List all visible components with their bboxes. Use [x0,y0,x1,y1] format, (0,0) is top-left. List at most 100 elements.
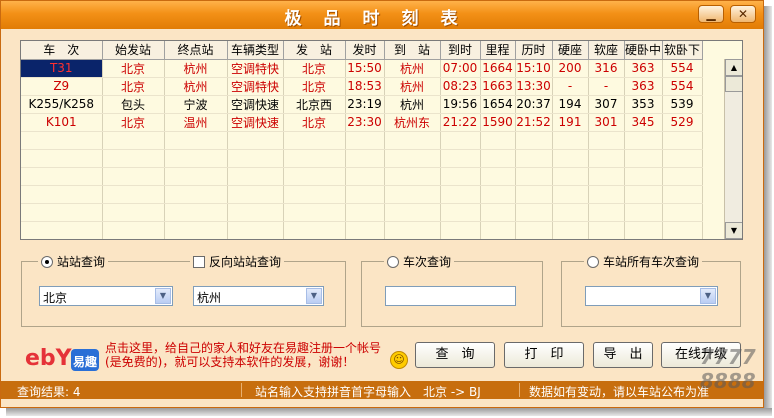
table-cell: 杭州 [164,59,228,78]
register-ad-link[interactable]: 点击这里，给自己的家人和好友在易趣注册一个帐号(是免费的)，就可以支持本软件的发… [105,341,395,369]
table-cell: 554 [662,59,703,78]
scroll-up-icon[interactable]: ▲ [725,59,742,76]
column-header[interactable]: 软卧下 [662,41,703,60]
station-select-combo[interactable]: ▼ [585,286,718,306]
ebay-logo[interactable]: ebY 易趣 [23,340,103,374]
minimize-button[interactable]: ▁ [698,5,724,23]
column-header[interactable]: 硬卧中 [624,41,663,60]
vertical-scrollbar[interactable]: ▲ ▼ [724,59,742,239]
empty-cell [384,131,441,150]
empty-cell [384,221,441,239]
column-header[interactable]: 硬座 [552,41,589,60]
column-header[interactable]: 发 站 [283,41,346,60]
table-row[interactable]: K101 北京 温州 空调快速 北京 23:30 杭州东 21:22 1590 21:52 191 3… [21,113,703,132]
empty-cell [440,167,481,186]
empty-cell [662,131,703,150]
scroll-down-icon[interactable]: ▼ [725,222,742,239]
window-title: 极品时刻表 [284,9,480,29]
column-header[interactable]: 车 次 [21,41,103,60]
train-query-group: 车次查询 [361,253,543,327]
chevron-down-icon[interactable]: ▼ [155,288,171,304]
empty-cell [662,203,703,222]
column-header[interactable]: 里程 [480,41,516,60]
table-cell: 15:50 [345,59,385,78]
scroll-thumb[interactable] [725,76,742,92]
table-row[interactable]: K255/K258 包头 宁波 空调快速 北京西 23:19 杭州 19:56 1654 20:3… [21,95,703,114]
empty-cell [480,167,516,186]
train-query-option[interactable]: 车次查询 [384,253,455,270]
table-cell: 21:22 [440,113,481,132]
all-trains-query-option[interactable]: 车站所有车次查询 [584,253,703,270]
status-divider [519,383,520,397]
print-button[interactable]: 打 印 [504,342,584,368]
empty-cell [345,167,385,186]
table-cell: 杭州东 [384,113,441,132]
chevron-down-icon[interactable]: ▼ [306,288,322,304]
from-station-combo[interactable]: 北京 ▼ [39,286,173,306]
reverse-query-option[interactable]: 反向站站查询 [190,253,285,270]
empty-cell [588,203,625,222]
table-cell: 194 [552,95,589,114]
train-query-radio[interactable] [387,255,399,268]
column-header[interactable]: 软座 [588,41,625,60]
empty-cell [515,131,553,150]
table-cell: 554 [662,77,703,96]
empty-cell [440,131,481,150]
train-query-label: 车次查询 [403,255,452,269]
column-header[interactable]: 历时 [515,41,553,60]
empty-cell [552,149,589,168]
empty-cell [164,203,228,222]
title-bar[interactable]: 极品时刻表 ▁ ✕ [1,1,763,29]
empty-cell [480,221,516,239]
reverse-query-checkbox[interactable] [193,255,205,268]
table-cell: 15:10 [515,59,553,78]
table-row[interactable]: Z9 北京 杭州 空调特快 北京 18:53 杭州 08:23 1663 13:30- -363 55… [21,77,703,96]
table-cell: 316 [588,59,625,78]
empty-cell [515,167,553,186]
empty-cell [102,221,165,239]
empty-cell [515,185,553,204]
empty-cell [102,185,165,204]
table-cell: 191 [552,113,589,132]
empty-row [21,149,703,168]
empty-cell [552,185,589,204]
column-header[interactable]: 始发站 [102,41,165,60]
column-header[interactable]: 终点站 [164,41,228,60]
table-cell: 空调特快 [227,77,284,96]
column-header[interactable]: 车辆类型 [227,41,284,60]
table-cell: - [588,77,625,96]
table-header-row: 车 次始发站 终点站 车辆类型发 站发时到 站到时 里程 历时 硬座 软座 硬卧中 软卧下 [21,41,703,60]
empty-cell [552,203,589,222]
table-cell: 北京 [283,77,346,96]
empty-row [21,131,703,150]
table-cell: 20:37 [515,95,553,114]
search-button[interactable]: 查 询 [415,342,495,368]
train-number-input[interactable] [385,286,516,306]
empty-cell [588,149,625,168]
column-header[interactable]: 发时 [345,41,385,60]
station-query-option[interactable]: 站站查询 [38,253,109,270]
column-header[interactable]: 到时 [440,41,481,60]
close-button[interactable]: ✕ [730,5,756,23]
column-header[interactable]: 到 站 [384,41,441,60]
table-cell: 200 [552,59,589,78]
table-cell: 宁波 [164,95,228,114]
empty-cell [515,149,553,168]
table-cell: 1590 [480,113,516,132]
table-cell: 529 [662,113,703,132]
table-row[interactable]: T31 北京 杭州 空调特快 北京 15:50 杭州 07:00 1664 15:10 200 316… [21,59,703,78]
window-shadow-right [764,6,772,412]
table-cell: 北京 [283,113,346,132]
to-station-combo[interactable]: 杭州 ▼ [193,286,324,306]
station-query-radio[interactable] [41,255,53,268]
empty-cell [588,221,625,239]
empty-cell [283,203,346,222]
table-cell: 07:00 [440,59,481,78]
export-button[interactable]: 导 出 [593,342,653,368]
chevron-down-icon[interactable]: ▼ [700,288,716,304]
table-cell: 北京 [102,77,165,96]
table-cell: 18:53 [345,77,385,96]
all-trains-query-radio[interactable] [587,255,599,268]
timetable-grid[interactable]: 车 次始发站 终点站 车辆类型发 站发时到 站到时 里程 历时 硬座 软座 硬卧中 软卧下 T3… [20,40,743,240]
table-cell: T31 [21,59,103,78]
